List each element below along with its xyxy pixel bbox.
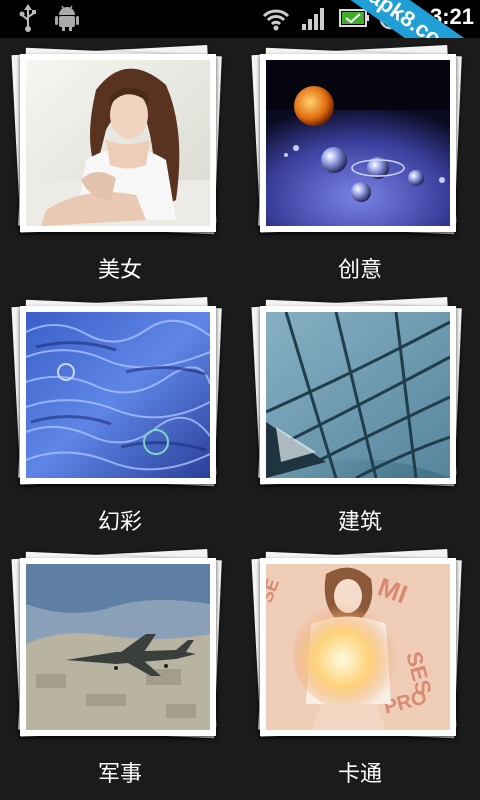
- category-label: 创意: [337, 258, 382, 283]
- photo-stack: [11, 44, 224, 242]
- category-label: 幻彩: [97, 510, 142, 535]
- category-tile-fantasy-color[interactable]: 幻彩: [0, 290, 240, 542]
- photo-stack: [251, 296, 464, 494]
- fighter-jet-photo: [26, 564, 210, 730]
- cartoon-girl-photo: MI SES SE PRO: [266, 564, 450, 730]
- photo-stack: MI SES SE PRO: [251, 548, 464, 746]
- signal-icon: [302, 8, 324, 30]
- category-label: 卡通: [337, 762, 382, 787]
- photo-stack: [251, 44, 464, 242]
- spheres-photo: [266, 60, 450, 226]
- photo-stack: [11, 548, 224, 746]
- android-debug-icon: [55, 5, 79, 31]
- glass-dome-photo: [266, 312, 450, 478]
- photo-stack: [11, 296, 224, 494]
- woman-photo: [26, 60, 210, 226]
- wifi-icon: [262, 9, 290, 31]
- blue-texture-photo: [26, 312, 210, 478]
- category-tile-cartoon[interactable]: MI SES SE PRO 卡通: [240, 542, 480, 794]
- category-tile-military[interactable]: 军事: [0, 542, 240, 794]
- category-tile-architecture[interactable]: 建筑: [240, 290, 480, 542]
- category-label: 军事: [97, 762, 142, 787]
- category-grid: 美女 创意 幻彩 建筑 军事 MI SES SE PRO 卡通: [0, 38, 480, 800]
- category-label: 建筑: [337, 510, 382, 535]
- status-bar: 3:21 apk8.com: [0, 0, 480, 38]
- category-tile-beauty[interactable]: 美女: [0, 38, 240, 290]
- category-tile-creative[interactable]: 创意: [240, 38, 480, 290]
- usb-icon: [19, 4, 36, 32]
- category-label: 美女: [97, 258, 142, 283]
